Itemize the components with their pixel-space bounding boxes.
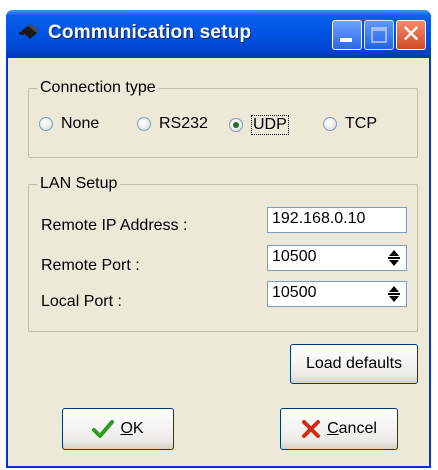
radio-circle-rs232[interactable] — [137, 117, 151, 131]
remote-port-spinbox[interactable]: 10500 — [267, 245, 407, 271]
minimize-icon — [340, 38, 352, 42]
radio-circle-none[interactable] — [39, 117, 53, 131]
communication-setup-dialog: Communication setup ✕ Connection type No… — [6, 10, 431, 468]
load-defaults-button[interactable]: Load defaults — [290, 344, 418, 384]
local-port-label: Local Port : — [41, 293, 122, 310]
radio-label-rs232: RS232 — [159, 115, 208, 132]
radio-label-none: None — [61, 115, 100, 132]
window-title: Communication setup — [48, 22, 252, 43]
local-port-value: 10500 — [272, 284, 317, 301]
remote-port-value: 10500 — [272, 248, 317, 265]
maximize-icon — [371, 27, 387, 43]
radio-label-udp: UDP — [251, 115, 289, 135]
connection-type-group: Connection type None RS232 UDP TCP — [28, 79, 418, 158]
radio-udp[interactable]: UDP — [229, 115, 289, 135]
spin-up-down-icon[interactable] — [388, 250, 400, 266]
lan-setup-group: LAN Setup Remote IP Address : 192.168.0.… — [28, 175, 418, 332]
local-port-spinbox[interactable]: 10500 — [267, 281, 407, 307]
lan-setup-legend: LAN Setup — [37, 175, 121, 193]
connection-type-legend: Connection type — [37, 79, 159, 97]
radio-tcp[interactable]: TCP — [323, 115, 377, 133]
ok-button[interactable]: OK — [62, 408, 174, 450]
serial-cable-icon — [19, 24, 38, 39]
ok-label: OK — [120, 420, 144, 437]
cancel-label: Cancel — [327, 420, 377, 437]
radio-none[interactable]: None — [39, 115, 99, 133]
cancel-button[interactable]: Cancel — [280, 408, 398, 450]
cancel-x-icon — [302, 420, 321, 438]
title-bar[interactable]: Communication setup ✕ — [6, 10, 431, 58]
spin-up-down-icon[interactable] — [388, 286, 400, 302]
close-button[interactable]: ✕ — [396, 20, 426, 50]
radio-label-tcp: TCP — [345, 115, 377, 132]
radio-circle-tcp[interactable] — [323, 117, 337, 131]
remote-ip-label: Remote IP Address : — [41, 217, 188, 234]
minimize-button[interactable] — [332, 20, 362, 50]
load-defaults-label: Load defaults — [305, 355, 403, 372]
close-icon: ✕ — [400, 21, 422, 48]
radio-rs232[interactable]: RS232 — [137, 115, 208, 133]
remote-port-label: Remote Port : — [41, 257, 140, 274]
maximize-button[interactable] — [364, 20, 394, 50]
radio-circle-udp[interactable] — [229, 118, 243, 132]
checkmark-icon — [92, 420, 115, 438]
remote-ip-input[interactable]: 192.168.0.10 — [267, 207, 407, 233]
remote-ip-value: 192.168.0.10 — [272, 210, 366, 227]
